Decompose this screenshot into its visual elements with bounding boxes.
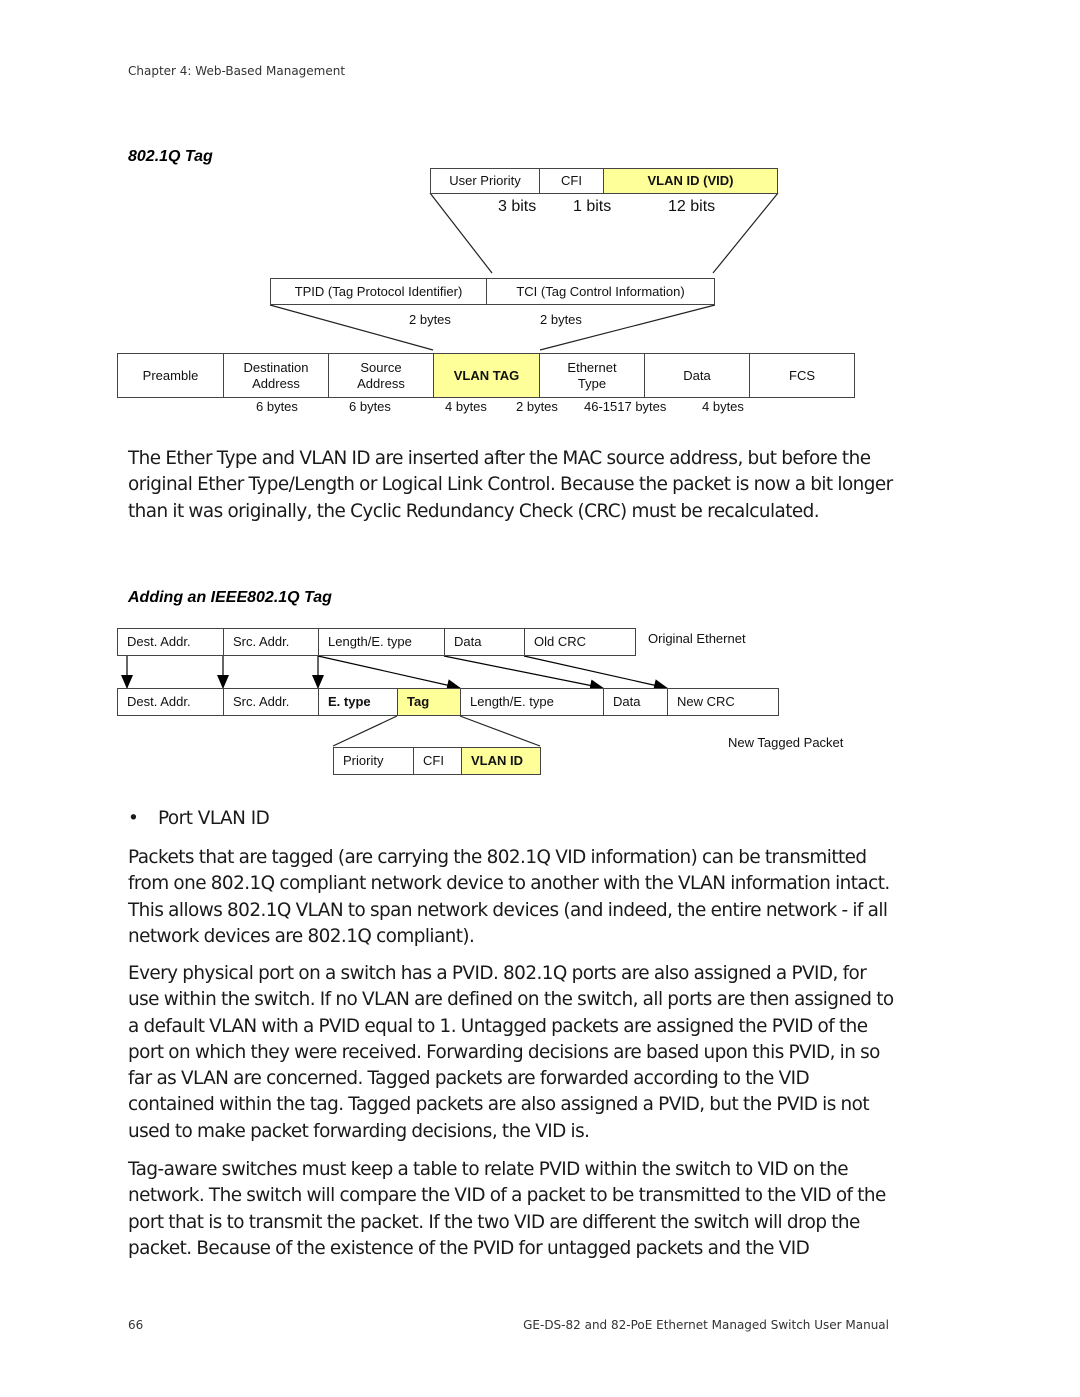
field-fcs: FCS — [749, 353, 855, 398]
size-label: 46-1517 bytes — [584, 399, 667, 414]
field-data: Data — [644, 353, 750, 398]
body-paragraph: Tag-aware switches must keep a table to … — [128, 1159, 886, 1259]
expand-line — [712, 192, 779, 274]
field-vlan-id: VLAN ID (VID) — [603, 168, 778, 194]
expand-line — [459, 715, 541, 747]
new-length-etype: Length/E. type — [460, 688, 604, 716]
orig-src-addr: Src. Addr. — [223, 628, 319, 656]
size-label: 1 bits — [573, 198, 612, 215]
chapter-header: Chapter 4: Web-Based Management — [128, 64, 346, 78]
size-label: 4 bytes — [702, 399, 744, 414]
field-tpid: TPID (Tag Protocol Identifier) — [270, 278, 487, 305]
new-etype: E. type — [318, 688, 398, 716]
size-label: 2 bytes — [540, 312, 582, 327]
field-preamble: Preamble — [117, 353, 224, 398]
expand-line — [332, 715, 398, 747]
size-label: 12 bits — [668, 198, 716, 215]
new-tagged-packet-label: New Tagged Packet — [728, 735, 844, 750]
field-tci: TCI (Tag Control Information) — [486, 278, 715, 305]
new-dest-addr: Dest. Addr. — [117, 688, 224, 716]
orig-old-crc: Old CRC — [524, 628, 636, 656]
body-paragraph: Packets that are tagged (are carrying th… — [128, 847, 890, 947]
tag-vlan-id: VLAN ID — [461, 747, 541, 775]
tag-priority: Priority — [333, 747, 414, 775]
size-label: 3 bits — [498, 198, 537, 215]
bullet-icon: • — [128, 808, 139, 829]
bullet-item: • Port VLAN ID — [128, 808, 270, 829]
arrow-length — [317, 655, 461, 691]
original-ethernet-label: Original Ethernet — [648, 631, 746, 646]
arrow-data — [443, 655, 604, 692]
figure-title: Adding an IEEE802.1Q Tag — [128, 589, 332, 606]
tag-cfi: CFI — [413, 747, 462, 775]
orig-dest-addr: Dest. Addr. — [117, 628, 224, 656]
new-crc: New CRC — [667, 688, 779, 716]
field-user-priority: User Priority — [430, 168, 540, 194]
new-tag: Tag — [397, 688, 461, 716]
field-vlan-tag: VLAN TAG — [433, 353, 540, 398]
figure-title: 802.1Q Tag — [128, 148, 213, 165]
orig-length-etype: Length/E. type — [318, 628, 445, 656]
expand-line — [429, 192, 493, 274]
size-label: 6 bytes — [349, 399, 391, 414]
field-cfi: CFI — [539, 168, 604, 194]
size-label: 4 bytes — [445, 399, 487, 414]
body-paragraph: The Ether Type and VLAN ID are inserted … — [128, 448, 893, 522]
size-label: 6 bytes — [256, 399, 298, 414]
manual-title: GE-DS-82 and 82-PoE Ethernet Managed Swi… — [523, 1318, 889, 1332]
field-destination-address: Destination Address — [223, 353, 329, 398]
orig-data: Data — [444, 628, 525, 656]
field-source-address: Source Address — [328, 353, 434, 398]
new-src-addr: Src. Addr. — [223, 688, 319, 716]
field-ethernet-type: Ethernet Type — [539, 353, 645, 398]
bullet-text: Port VLAN ID — [158, 808, 270, 829]
new-data: Data — [603, 688, 668, 716]
size-label: 2 bytes — [516, 399, 558, 414]
size-label: 2 bytes — [409, 312, 451, 327]
arrow-crc — [523, 655, 668, 692]
body-paragraph: Every physical port on a switch has a PV… — [128, 963, 894, 1142]
page-number: 66 — [128, 1318, 144, 1332]
